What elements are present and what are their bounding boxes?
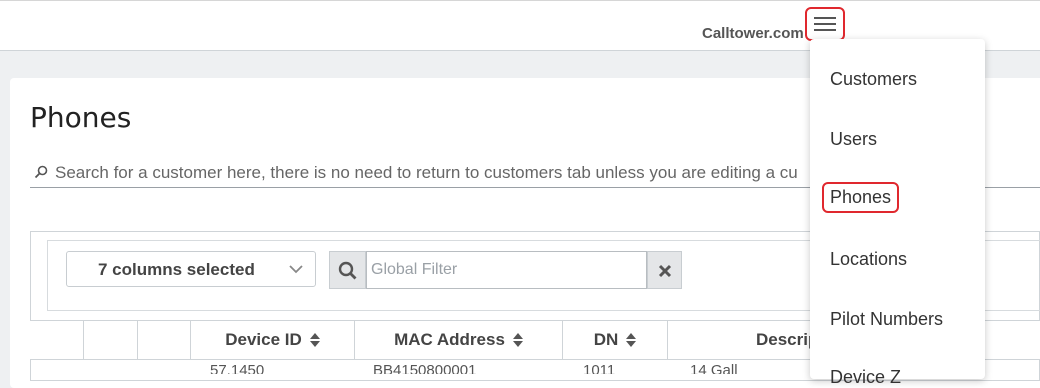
- brand-name: Calltower.com: [702, 25, 804, 42]
- column-header-select: [138, 321, 191, 359]
- menu-item-device-z[interactable]: Device Z: [830, 367, 901, 388]
- menu-item-users[interactable]: Users: [830, 129, 877, 150]
- column-header-edit: [84, 321, 138, 359]
- search-icon: [338, 261, 357, 280]
- sort-icon: [309, 333, 320, 347]
- columns-multiselect[interactable]: 7 columns selected: [66, 251, 316, 287]
- chevron-down-icon: [289, 265, 303, 274]
- global-filter-search-button: [329, 251, 366, 289]
- search-placeholder: Search for a customer here, there is no …: [55, 163, 798, 182]
- column-header-expand: [30, 321, 84, 359]
- table-cell-description: 14 Gall: [690, 362, 738, 374]
- table-cell-device-id: 57.1450: [210, 362, 265, 374]
- close-icon: [658, 264, 672, 278]
- menu-item-customers[interactable]: Customers: [830, 69, 917, 90]
- page-title: Phones: [30, 101, 132, 134]
- clear-filter-button[interactable]: [647, 251, 682, 289]
- menu-item-locations[interactable]: Locations: [830, 249, 907, 270]
- menu-item-phones[interactable]: Phones: [822, 182, 900, 213]
- hamburger-icon: [814, 17, 836, 19]
- column-header-dn[interactable]: DN: [563, 321, 668, 359]
- search-icon: [34, 165, 48, 179]
- navigation-dropdown-menu: Customers Users Phones Locations Pilot N…: [810, 39, 985, 387]
- column-header-mac-address[interactable]: MAC Address: [355, 321, 563, 359]
- sort-icon: [512, 333, 523, 347]
- menu-item-pilot-numbers[interactable]: Pilot Numbers: [830, 309, 943, 330]
- hamburger-menu-button[interactable]: [805, 7, 845, 41]
- sort-icon: [626, 333, 637, 347]
- columns-selected-label: 7 columns selected: [98, 260, 255, 279]
- table-cell-dn: 1011: [583, 362, 616, 374]
- column-header-device-id[interactable]: Device ID: [191, 321, 355, 359]
- table-cell-mac: BB4150800001: [373, 362, 477, 374]
- global-filter-input[interactable]: [366, 251, 647, 289]
